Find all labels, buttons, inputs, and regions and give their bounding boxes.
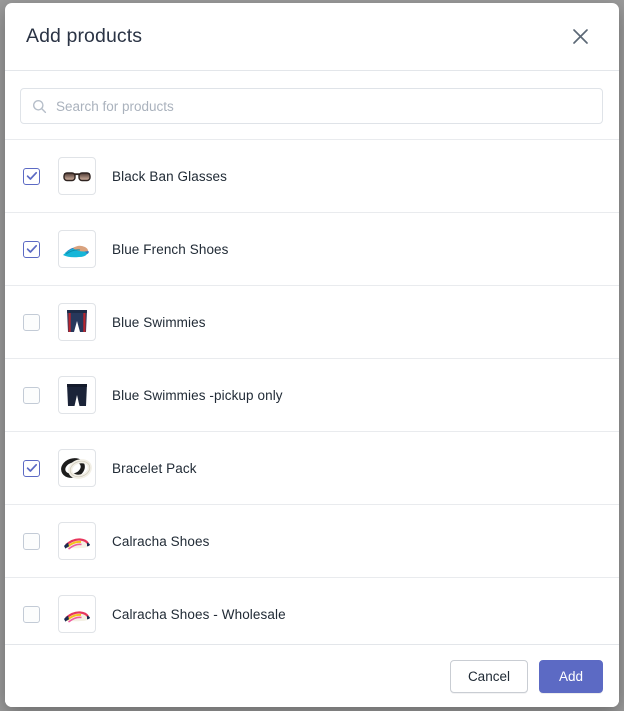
search-area: [5, 71, 619, 139]
product-checkbox[interactable]: [23, 386, 40, 404]
product-name: Blue Swimmies -pickup only: [112, 387, 283, 403]
product-checkbox[interactable]: [23, 532, 40, 550]
product-checkbox[interactable]: [23, 459, 40, 477]
product-thumbnail: [58, 595, 96, 633]
product-list[interactable]: Black Ban Glasses Blue French Shoes Blue S…: [5, 140, 619, 644]
search-box[interactable]: [20, 88, 603, 124]
product-checkbox[interactable]: [23, 240, 40, 258]
add-button[interactable]: Add: [538, 659, 603, 693]
product-name: Calracha Shoes - Wholesale: [112, 606, 286, 622]
close-icon: [571, 27, 590, 46]
product-thumbnail: [58, 449, 96, 487]
product-thumbnail: [58, 522, 96, 560]
product-name: Blue Swimmies: [112, 314, 206, 330]
product-checkbox[interactable]: [23, 167, 40, 185]
product-name: Bracelet Pack: [112, 460, 197, 476]
product-list-container: Black Ban Glasses Blue French Shoes Blue S…: [5, 139, 619, 644]
add-products-modal: Add products Black Ban Glasses Blue Frenc…: [5, 3, 619, 707]
modal-footer: Cancel Add: [5, 644, 619, 707]
product-name: Black Ban Glasses: [112, 168, 227, 184]
product-thumbnail: [58, 303, 96, 341]
product-row[interactable]: Blue Swimmies: [5, 286, 619, 359]
product-row[interactable]: Calracha Shoes: [5, 505, 619, 578]
product-name: Blue French Shoes: [112, 241, 229, 257]
product-name: Calracha Shoes: [112, 533, 210, 549]
modal-header: Add products: [5, 3, 619, 71]
product-row[interactable]: Calracha Shoes - Wholesale: [5, 578, 619, 644]
search-icon: [32, 99, 47, 114]
product-thumbnail: [58, 157, 96, 195]
search-input[interactable]: [56, 89, 602, 123]
product-checkbox[interactable]: [23, 605, 40, 623]
close-button[interactable]: [563, 20, 597, 54]
product-checkbox[interactable]: [23, 313, 40, 331]
product-thumbnail: [58, 376, 96, 414]
product-row[interactable]: Blue Swimmies -pickup only: [5, 359, 619, 432]
product-row[interactable]: Blue French Shoes: [5, 213, 619, 286]
product-row[interactable]: Black Ban Glasses: [5, 140, 619, 213]
page-title: Add products: [26, 25, 143, 47]
cancel-button[interactable]: Cancel: [449, 659, 528, 693]
product-row[interactable]: Bracelet Pack: [5, 432, 619, 505]
product-thumbnail: [58, 230, 96, 268]
